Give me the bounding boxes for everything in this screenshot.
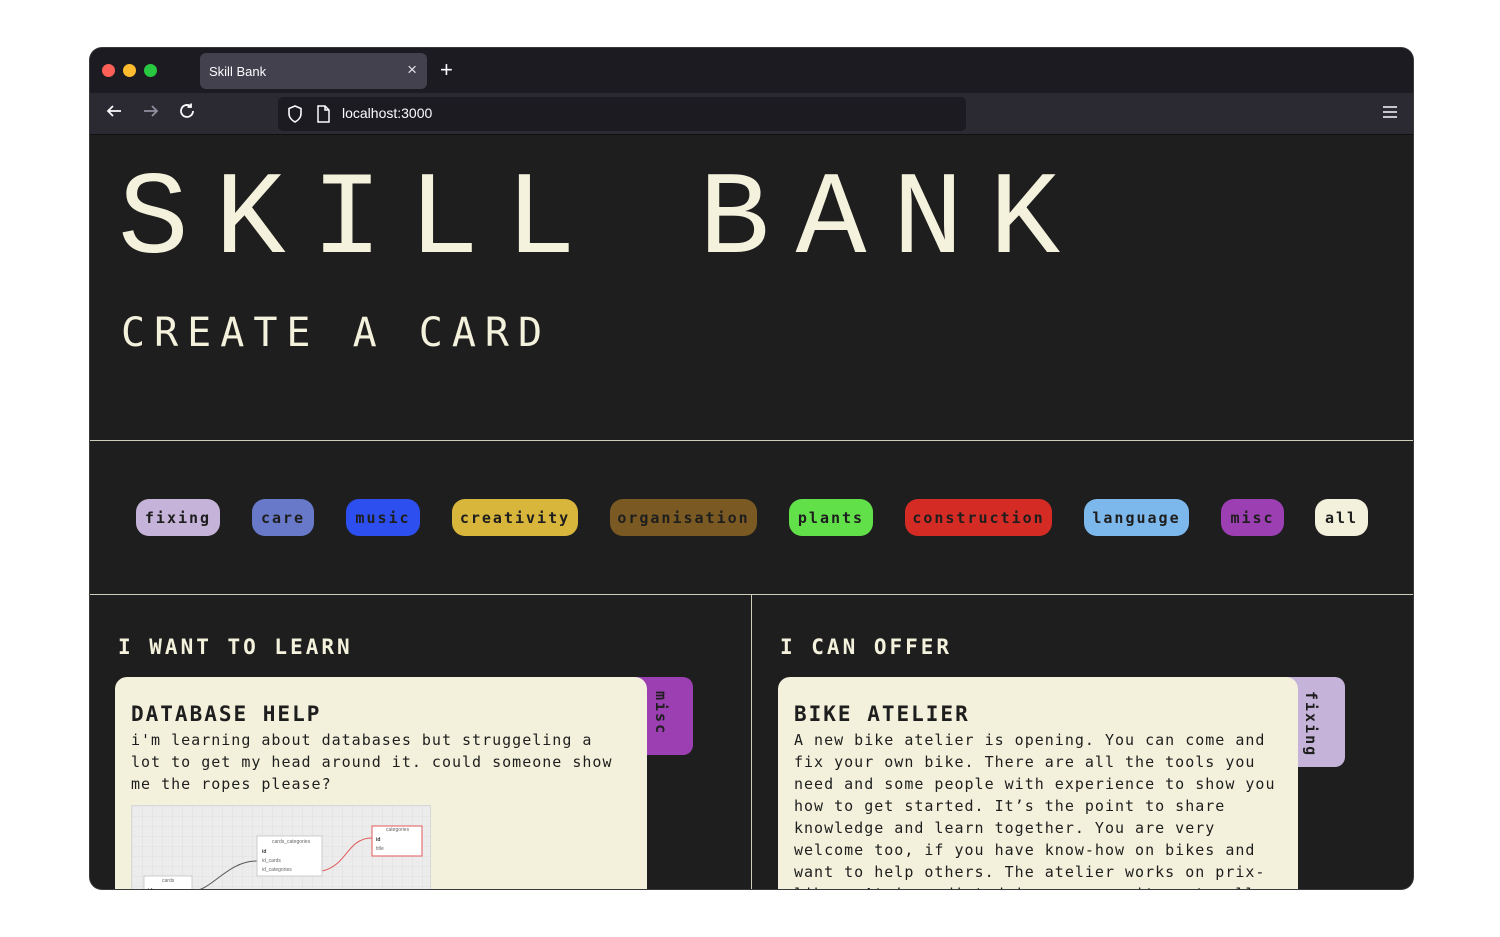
filter-music[interactable]: music: [346, 499, 420, 536]
back-arrow-icon[interactable]: [105, 102, 123, 125]
filter-language[interactable]: language: [1084, 499, 1189, 536]
learn-column: I WANT TO LEARN misc DATABASE HELP i'm l…: [90, 595, 751, 889]
forward-arrow-icon[interactable]: [142, 102, 160, 125]
diagram-label: id_categories: [262, 867, 292, 873]
header-divider: [90, 440, 1413, 441]
filter-organisation[interactable]: organisation: [610, 499, 757, 536]
page-icon: [316, 105, 330, 126]
category-filters: fixing care music creativity organisatio…: [90, 499, 1413, 537]
diagram-label: categories: [386, 827, 410, 833]
learn-heading: I WANT TO LEARN: [118, 635, 353, 659]
filter-construction[interactable]: construction: [905, 499, 1052, 536]
card-description: i'm learning about databases but strugge…: [131, 731, 613, 793]
browser-tab[interactable]: Skill Bank ×: [200, 53, 427, 89]
url-bar[interactable]: localhost:3000: [278, 97, 966, 131]
create-card-link[interactable]: CREATE A CARD: [121, 311, 551, 355]
diagram-label: cards_categories: [272, 839, 311, 845]
diagram-label: title: [376, 846, 384, 852]
card-title: DATABASE HELP: [131, 702, 322, 726]
filter-plants[interactable]: plants: [789, 499, 873, 536]
card-body-panel: BIKE ATELIER A new bike atelier is openi…: [778, 677, 1298, 889]
diagram-label: id: [262, 849, 267, 855]
filter-creativity[interactable]: creativity: [452, 499, 578, 536]
reload-icon[interactable]: [178, 102, 196, 125]
diagram-label: id: [148, 888, 152, 889]
filter-misc[interactable]: misc: [1221, 499, 1284, 536]
navigation-bar: localhost:3000: [90, 93, 1413, 135]
shield-icon[interactable]: [287, 105, 303, 126]
filter-all[interactable]: all: [1315, 499, 1368, 536]
database-diagram-image: cards_categories id id_cards id_categori…: [131, 805, 431, 889]
card-title: BIKE ATELIER: [794, 702, 970, 726]
filter-fixing[interactable]: fixing: [136, 499, 220, 536]
offer-column: I CAN OFFER fixing BIKE ATELIER A new bi…: [752, 595, 1413, 889]
offer-heading: I CAN OFFER: [780, 635, 953, 659]
close-window-button[interactable]: [102, 64, 115, 77]
site-title: SKILL BANK: [118, 155, 1087, 288]
title-bar: Skill Bank × +: [90, 48, 1413, 93]
minimize-window-button[interactable]: [123, 64, 136, 77]
diagram-label: cards: [162, 878, 175, 884]
diagram-label: id_cards: [262, 858, 281, 864]
card-category-label: fixing: [1302, 691, 1320, 758]
card-body-panel: DATABASE HELP i'm learning about databas…: [115, 677, 647, 889]
hamburger-menu-icon[interactable]: [1382, 103, 1398, 123]
page-content: SKILL BANK CREATE A CARD fixing care mus…: [90, 135, 1413, 889]
tab-title: Skill Bank: [209, 63, 267, 79]
card-description: A new bike atelier is opening. You can c…: [794, 731, 1276, 889]
maximize-window-button[interactable]: [144, 64, 157, 77]
url-text[interactable]: localhost:3000: [342, 105, 432, 121]
diagram-label: id: [376, 837, 381, 843]
browser-window: Skill Bank × + localhost:3000 SKILL BANK…: [90, 48, 1413, 889]
tab-close-icon[interactable]: ×: [407, 61, 417, 79]
card-category-label: misc: [652, 691, 670, 736]
filter-care[interactable]: care: [252, 499, 314, 536]
new-tab-icon[interactable]: +: [440, 58, 453, 82]
